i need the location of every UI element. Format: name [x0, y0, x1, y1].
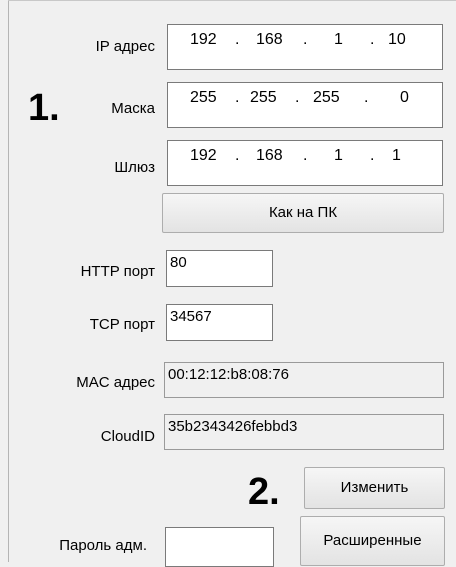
mask-label: Маска — [111, 100, 155, 117]
tcp-port-input[interactable]: 34567 — [166, 304, 273, 341]
ip-address-label: IP адрес — [95, 38, 155, 55]
like-pc-button[interactable]: Как на ПК — [162, 193, 444, 233]
mask-separator-2: . — [295, 89, 300, 106]
panel-left-border — [8, 0, 9, 562]
mask-octet-4[interactable]: 0 — [400, 89, 409, 107]
change-button[interactable]: Изменить — [304, 467, 445, 509]
gateway-octet-2[interactable]: 168 — [256, 147, 283, 165]
gateway-field[interactable]: 192 . 168 . 1 . 1 — [167, 140, 443, 186]
mask-field[interactable]: 255 . 255 . 255 . 0 — [167, 82, 443, 128]
annotation-marker-one: 1. — [28, 87, 60, 129]
cloud-id-field: 35b2343426febbd3 — [164, 414, 444, 450]
admin-password-label: Пароль адм. — [59, 537, 147, 554]
ip-octet-4[interactable]: 10 — [388, 31, 406, 49]
ip-separator-1: . — [235, 31, 240, 48]
mask-octet-1[interactable]: 255 — [190, 89, 217, 107]
ip-octet-3[interactable]: 1 — [334, 31, 343, 49]
ip-separator-3: . — [370, 31, 375, 48]
mac-address-label: MAC адрес — [76, 374, 155, 391]
mask-octet-3[interactable]: 255 — [313, 89, 340, 107]
panel-top-border — [8, 0, 456, 1]
gateway-octet-1[interactable]: 192 — [190, 147, 217, 165]
mask-octet-2[interactable]: 255 — [250, 89, 277, 107]
gateway-label: Шлюз — [114, 159, 155, 176]
http-port-label: HTTP порт — [80, 263, 155, 280]
ip-separator-2: . — [303, 31, 308, 48]
gateway-octet-3[interactable]: 1 — [334, 147, 343, 165]
http-port-input[interactable]: 80 — [166, 250, 273, 287]
mask-separator-1: . — [235, 89, 240, 106]
ip-octet-1[interactable]: 192 — [190, 31, 217, 49]
annotation-marker-two: 2. — [248, 471, 280, 513]
mac-address-field: 00:12:12:b8:08:76 — [164, 362, 444, 398]
cloud-id-label: CloudID — [100, 428, 155, 445]
gateway-separator-3: . — [370, 147, 375, 164]
gateway-separator-1: . — [235, 147, 240, 164]
admin-password-input[interactable] — [165, 527, 274, 567]
ip-octet-2[interactable]: 168 — [256, 31, 283, 49]
mask-separator-3: . — [364, 89, 369, 106]
advanced-button[interactable]: Расширенные — [300, 516, 445, 566]
gateway-separator-2: . — [303, 147, 308, 164]
ip-address-field[interactable]: 192 . 168 . 1 . 10 — [167, 24, 443, 70]
gateway-octet-4[interactable]: 1 — [392, 147, 401, 165]
tcp-port-label: TCP порт — [89, 316, 155, 333]
